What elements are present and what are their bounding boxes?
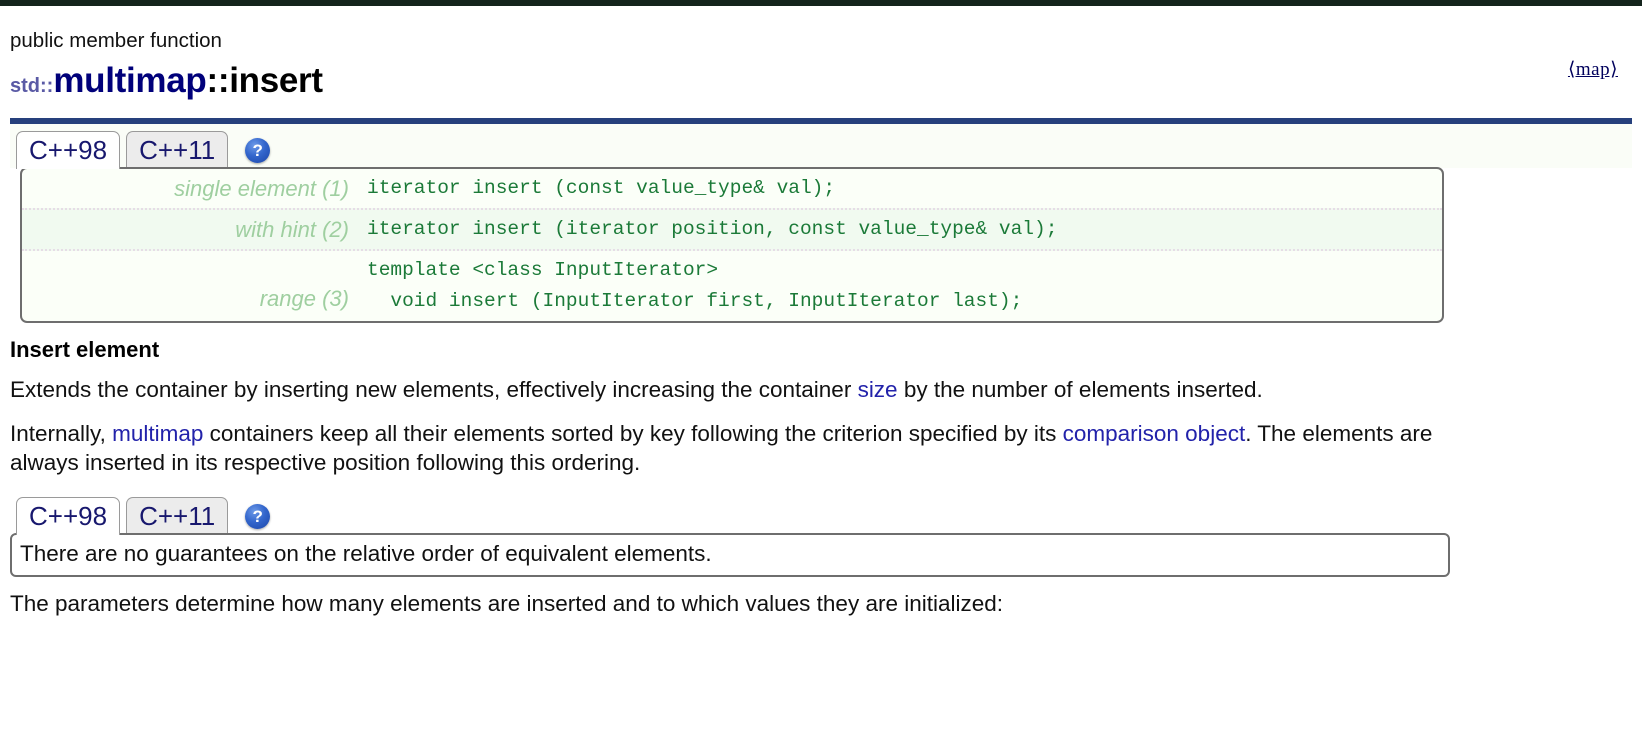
note-box: There are no guarantees on the relative …	[10, 532, 1450, 577]
prototype-label-1: single element (1)	[174, 176, 349, 201]
title-namespace: std::	[10, 75, 54, 97]
prototype-row-2: with hint (2) iterator insert (iterator …	[22, 208, 1442, 251]
prototype-code-1: iterator insert (const value_type& val);	[367, 177, 836, 199]
prototype-row-3: range (3) template <class InputIterator>…	[22, 251, 1442, 321]
header-include-link[interactable]: ⟨map⟩	[1568, 58, 1618, 81]
footer-paragraph: The parameters determine how many elemen…	[10, 590, 1004, 616]
description-paragraph-1: Extends the container by inserting new e…	[10, 375, 1450, 405]
prototype-code-3: template <class InputIterator> void inse…	[367, 259, 1023, 312]
prototype-code-block: single element (1) iterator insert (cons…	[20, 167, 1444, 323]
page-container: public member function std::multimap::in…	[0, 6, 1642, 618]
description-paragraph-2: Internally, multimap containers keep all…	[10, 419, 1450, 478]
prototype-label-2: with hint (2)	[235, 217, 349, 242]
title-member: insert	[229, 61, 323, 100]
help-icon[interactable]: ?	[245, 138, 271, 163]
paragraph2-text-part1: Internally,	[10, 420, 113, 446]
prototype-label-3: range (3)	[259, 286, 349, 311]
paragraph1-text-part1: Extends the container by inserting new e…	[10, 377, 858, 402]
paragraph2-text-part2: containers keep all their elements sorte…	[203, 420, 1063, 446]
title-class: multimap	[53, 61, 207, 100]
link-multimap[interactable]: multimap	[112, 421, 203, 446]
tab-cpp98-note[interactable]: C++98	[16, 496, 121, 535]
page-title: std::multimap::insert	[10, 60, 1632, 107]
page-eyebrow: public member function	[10, 29, 222, 52]
prototype-row-1: single element (1) iterator insert (cons…	[22, 169, 1442, 208]
section-heading: Insert element	[10, 337, 160, 362]
help-icon[interactable]: ?	[245, 503, 271, 529]
prototype-code-2: iterator insert (iterator position, cons…	[367, 218, 1058, 240]
standard-tabs-top: C++98 C++11 ?	[10, 124, 1632, 169]
standard-tabs-note: C++98 C++11 ?	[10, 489, 1632, 535]
paragraph1-text-part2: by the number of elements inserted.	[897, 377, 1263, 402]
page-header: public member function std::multimap::in…	[10, 6, 1632, 107]
tab-cpp11-top[interactable]: C++11	[126, 131, 229, 169]
title-separator: ::	[206, 61, 230, 100]
tab-cpp98-top[interactable]: C++98	[16, 131, 121, 169]
link-size[interactable]: size	[858, 377, 898, 402]
note-text: There are no guarantees on the relative …	[20, 540, 712, 566]
link-comparison-object[interactable]: comparison object	[1063, 421, 1246, 446]
tab-cpp11-note[interactable]: C++11	[126, 496, 229, 535]
